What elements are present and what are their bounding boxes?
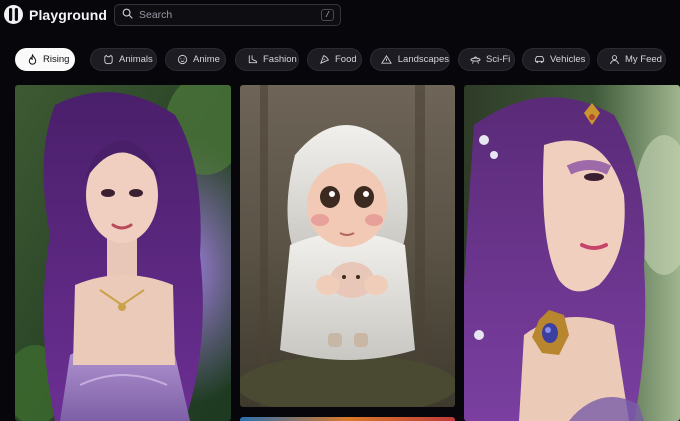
ufo-icon	[469, 54, 481, 66]
filter-chip-vehicles[interactable]: Vehicles	[522, 48, 590, 71]
app-name: Playground	[29, 6, 108, 23]
filter-chip-label: Animals	[119, 54, 153, 65]
search-icon	[122, 6, 133, 24]
search-box[interactable]: /	[114, 4, 341, 26]
gallery-image-hooded-child[interactable]	[240, 85, 455, 407]
gallery-image-jeweled-woman[interactable]	[464, 85, 680, 421]
filter-chip-food[interactable]: Food	[307, 48, 362, 71]
filter-chip-rising[interactable]: Rising	[15, 48, 75, 71]
filter-chip-label: Fashion	[263, 54, 297, 65]
filter-chip-label: Landscapes	[397, 54, 449, 65]
playground-logo-icon	[4, 5, 23, 24]
filter-chip-animals[interactable]: Animals	[90, 48, 157, 71]
cat-icon	[102, 54, 114, 66]
artwork-image	[240, 417, 455, 421]
filter-chip-label: My Feed	[625, 54, 662, 65]
filter-chip-label: Anime	[193, 54, 220, 65]
artwork-image	[240, 85, 455, 407]
filter-chip-label: Sci-Fi	[486, 54, 511, 65]
gallery-image-purple-hair-woman[interactable]	[15, 85, 231, 421]
filter-chip-fashion[interactable]: Fashion	[235, 48, 299, 71]
top-bar: Playground /	[0, 0, 680, 32]
artwork-image	[15, 85, 231, 421]
car-icon	[533, 54, 545, 66]
mountain-icon	[381, 54, 393, 66]
image-gallery	[0, 85, 680, 421]
filter-chip-anime[interactable]: Anime	[165, 48, 226, 71]
face-icon	[176, 54, 188, 66]
filter-chip-label: Rising	[43, 54, 70, 65]
filter-chip-my-feed[interactable]: My Feed	[597, 48, 666, 71]
category-filter-bar: Rising Animals Anime Fashion Food Landsc…	[0, 48, 680, 72]
search-input[interactable]	[139, 9, 309, 21]
user-icon	[608, 54, 620, 66]
artwork-image	[464, 85, 680, 421]
app-logo[interactable]: Playground	[4, 5, 107, 24]
flame-icon	[26, 54, 38, 66]
filter-chip-scifi[interactable]: Sci-Fi	[458, 48, 515, 71]
search-shortcut-hint: /	[321, 9, 334, 21]
pizza-icon	[318, 54, 330, 66]
gallery-image-next[interactable]	[240, 417, 455, 421]
filter-chip-label: Food	[335, 54, 357, 65]
boot-icon	[246, 54, 258, 66]
filter-chip-landscapes[interactable]: Landscapes	[370, 48, 450, 71]
filter-chip-label: Vehicles	[550, 54, 586, 65]
